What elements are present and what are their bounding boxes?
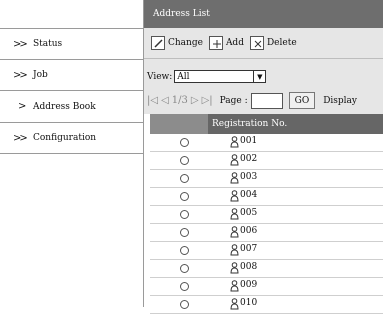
registration-number: 003 [240,172,258,182]
table-row[interactable]: 004 [150,188,383,206]
change-label: Change [168,38,203,48]
display-label: Display [323,95,358,106]
table-row[interactable]: 009 [150,278,383,296]
view-label: View: [147,71,173,82]
double-chevron-right-icon: >> [13,69,28,81]
row-radio[interactable] [180,156,189,165]
table-row[interactable]: 001 [150,134,383,152]
dropdown-arrow-icon: ▼ [253,71,265,82]
registration-number: 001 [240,136,258,146]
add-label: Add [225,38,244,48]
user-icon [230,262,239,274]
sidebar-item-label: Configuration [33,133,97,143]
table-row[interactable]: 003 [150,170,383,188]
user-icon [230,136,239,148]
pager: |◁ ◁ 1/3 ▷ ▷| Page : GO Display [147,92,357,109]
view-filter: View: All ▼ [147,70,267,83]
last-page-icon[interactable]: ▷| [202,95,213,106]
delete-icon [249,36,264,50]
user-icon [230,298,239,310]
sidebar-item-configuration[interactable]: >> Configuration [0,123,143,154]
address-table: 001 002 003 004 005 006 007 008 009 010 [150,134,383,314]
row-radio[interactable] [180,174,189,183]
row-radio[interactable] [180,192,189,201]
delete-button[interactable]: Delete [249,36,297,50]
row-radio[interactable] [180,246,189,255]
add-button[interactable]: Add [208,36,244,50]
table-row[interactable]: 010 [150,296,383,314]
toolbar: Change Add Delete [144,28,383,59]
registration-number: 002 [240,154,258,164]
user-icon [230,226,239,238]
registration-number: 008 [240,262,258,272]
user-icon [230,190,239,202]
user-icon [230,172,239,184]
delete-label: Delete [266,38,297,48]
go-button[interactable]: GO [288,92,316,109]
table-row[interactable]: 005 [150,206,383,224]
sidebar: >> Status >> Job > Address Book >> Confi… [0,0,144,307]
sidebar-item-job[interactable]: >> Job [0,60,143,91]
filter-area: View: All ▼ |◁ ◁ 1/3 ▷ ▷| Page : GO Disp… [144,59,383,114]
registration-number: 004 [240,190,258,200]
sidebar-item-label: Address Book [33,101,96,112]
first-page-icon[interactable]: |◁ [147,95,158,106]
table-header-registration: Registration No. [208,114,383,134]
row-radio[interactable] [180,300,189,309]
row-radio[interactable] [180,228,189,237]
edit-icon [151,36,165,50]
change-button[interactable]: Change [151,36,203,50]
registration-number: 006 [240,226,258,236]
row-radio[interactable] [180,264,189,273]
view-select-value: All [177,71,190,82]
table-row[interactable]: 007 [150,242,383,260]
registration-number: 007 [240,244,258,254]
chevron-right-icon: > [18,101,27,112]
view-select[interactable]: All ▼ [174,70,267,83]
table-row[interactable]: 008 [150,260,383,278]
table-row[interactable]: 006 [150,224,383,242]
table-header-select [150,114,208,134]
registration-number: 005 [240,208,258,218]
page-input[interactable] [250,92,283,109]
registration-number: 009 [240,280,258,290]
row-radio[interactable] [180,210,189,219]
double-chevron-right-icon: >> [13,132,28,144]
user-icon [230,154,239,166]
prev-page-icon[interactable]: ◁ [161,95,169,106]
row-radio[interactable] [180,282,189,291]
page-title: Address List [144,0,383,28]
sidebar-item-status[interactable]: >> Status [0,28,143,60]
main-panel: Address List Change Add Delete View: All [144,0,383,314]
page-info: 1/3 [171,95,188,106]
sidebar-item-address-book[interactable]: > Address Book [0,91,143,123]
user-icon [230,208,239,220]
add-icon [208,36,223,50]
row-radio[interactable] [180,138,189,147]
next-page-icon[interactable]: ▷ [191,95,199,106]
sidebar-item-label: Job [33,70,48,80]
user-icon [230,244,239,256]
double-chevron-right-icon: >> [13,38,28,50]
table-row[interactable]: 002 [150,152,383,170]
sidebar-item-label: Status [33,39,63,49]
page-label: Page : [219,95,248,106]
sidebar-header [0,0,143,28]
table-header: Registration No. [144,114,383,134]
user-icon [230,280,239,292]
